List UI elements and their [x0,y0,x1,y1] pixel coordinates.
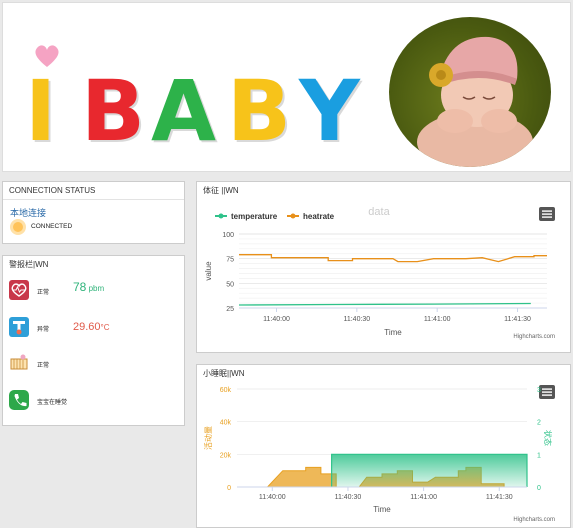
vitals-menu-icon[interactable] [539,207,555,221]
x-tick-label: 11:40:00 [259,494,286,501]
temperature-number: 29.60 [73,321,101,333]
logo-letter-b2: B [227,62,292,160]
alert-panel: 警报栏|WN 正常 78 pbm 异常 29.60°C 正常 宝宝在睡觉 [2,255,185,426]
heart-rate-number: 78 [73,280,87,294]
x-tick-label: 11:41:30 [504,316,531,323]
legend-marker-temperature [218,213,224,219]
y-left-axis-title: 活动量 [203,426,213,450]
vitals-panel: 体征 ||WN data temperature heatrate 25 50 75 100… [196,181,571,353]
y-right-tick-label: 3 [537,387,541,394]
vitals-chart: data temperature heatrate 25 50 75 100 11:40:00… [204,206,555,340]
legend-marker-heatrate [290,213,296,219]
x-tick-label: 11:40:00 [263,316,290,323]
alert-row-sleep: 宝宝在睡觉 [9,390,179,412]
logo-letter-y: Y [299,62,360,160]
x-tick-label: 11:41:00 [410,494,437,501]
logo-letter-b1: B [81,62,146,160]
sleep-status: 宝宝在睡觉 [37,400,68,406]
x-tick-label: 11:41:00 [424,316,451,323]
series-line-heatrate [239,254,547,263]
banner: I B A B Y [2,2,571,172]
connection-status-indicator [10,219,26,235]
y-right-tick-label: 2 [537,420,541,427]
chart-credit: Highcharts.com [513,334,555,340]
legend-label-heatrate: heatrate [303,212,335,221]
alert-panel-title: 警报栏|WN [9,260,49,269]
y-right-tick-label: 1 [537,452,541,459]
x-tick-label: 11:40:30 [343,316,370,323]
temperature-unit: °C [100,323,110,332]
connection-status-text: CONNECTED [31,223,73,230]
y-right-tick-label: 0 [537,485,541,492]
vitals-panel-title: 体征 ||WN [203,186,239,195]
alert-row-crib: 正常 [9,353,179,375]
logo-letter-a: A [151,62,217,160]
sleep-panel: 小睡眠||WN 0 20k 40k 60k 0 1 2 3 11:40:00 11:40:30 11… [196,364,571,528]
crib-status: 正常 [37,363,50,369]
series-line-temperature [238,302,531,306]
heart-rate-unit: pbm [86,284,105,293]
x-axis-title: Time [373,505,391,514]
thermometer-icon [9,317,29,337]
connection-status-panel: CONNECTION STATUS 本地连接 CONNECTED [2,181,185,244]
x-axis-title: Time [384,328,402,337]
baby-photo [389,17,551,167]
chart-credit: Highcharts.com [513,517,555,523]
connection-status-title: CONNECTION STATUS [3,182,184,200]
x-tick-label: 11:41:30 [486,494,513,501]
local-connection-link[interactable]: 本地连接 [10,206,46,219]
phone-icon [9,390,29,410]
logo-letter-i: I [25,62,57,160]
crib-icon [9,353,29,373]
heart-rate-value: 78 pbm [73,280,104,294]
alert-row-temperature: 异常 29.60°C [9,317,179,339]
y-tick-label: 25 [226,306,234,313]
y-tick-label: 50 [226,281,234,288]
sleep-menu-icon[interactable] [539,385,555,399]
y-left-tick-label: 60k [220,387,232,394]
sleep-chart: 0 20k 40k 60k 0 1 2 3 11:40:00 11:40:30 11:41:00 11… [203,385,555,523]
y-left-tick-label: 20k [220,452,232,459]
chart-title: data [368,206,390,218]
y-tick-label: 100 [222,232,234,239]
y-left-tick-label: 40k [220,420,232,427]
heart-rate-status: 正常 [37,290,50,296]
heart-rate-icon [9,280,29,300]
temperature-value: 29.60°C [73,321,110,333]
x-tick-label: 11:40:30 [335,494,362,501]
temperature-status: 异常 [37,327,50,333]
y-tick-label: 75 [226,257,234,264]
y-left-tick-label: 0 [227,485,231,492]
y-right-axis-title: 状态 [543,430,553,446]
y-axis-title: value [204,261,213,281]
status-area [331,454,527,487]
alert-row-heart-rate: 正常 78 pbm [9,280,179,302]
legend-label-temperature: temperature [231,212,278,221]
